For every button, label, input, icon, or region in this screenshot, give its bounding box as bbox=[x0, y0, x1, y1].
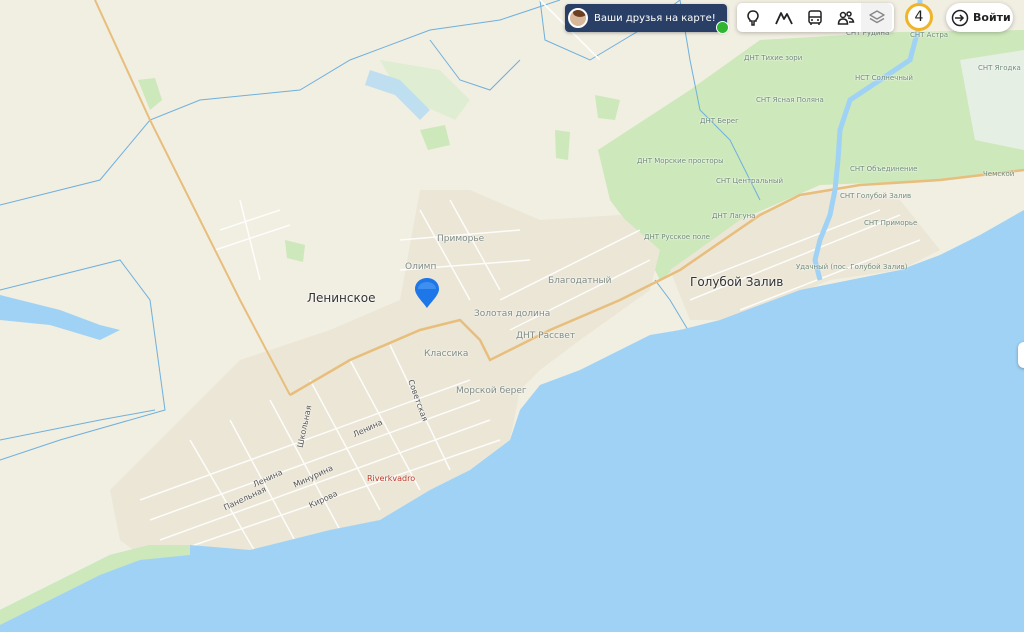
poi-label[interactable]: Riverkvadro bbox=[367, 474, 415, 483]
people-icon bbox=[837, 10, 854, 25]
snt-label: СНТ Астра bbox=[910, 31, 949, 39]
tree-button[interactable] bbox=[737, 3, 768, 32]
snt-label: ДНТ Русское поле bbox=[644, 233, 710, 241]
snt-label: НСТ Солнечный bbox=[855, 74, 913, 82]
snt-label: ДНТ Берег bbox=[700, 117, 739, 125]
snt-label: ДНТ Лагуна bbox=[712, 212, 756, 220]
notification-badge[interactable]: 4 bbox=[905, 3, 933, 31]
bus-button[interactable] bbox=[799, 3, 830, 32]
people-button[interactable] bbox=[830, 3, 861, 32]
snt-label: СНТ Ягодка bbox=[978, 64, 1021, 72]
place-label: Ленинское bbox=[307, 291, 376, 305]
snt-label: СНТ Центральный bbox=[716, 177, 784, 185]
place-label: Классика bbox=[424, 349, 469, 359]
mountains-button[interactable] bbox=[768, 3, 799, 32]
friends-on-map-banner[interactable]: Ваши друзья на карте! bbox=[565, 4, 729, 34]
snt-label: СНТ Ясная Поляна bbox=[756, 96, 824, 104]
mountains-icon bbox=[774, 11, 793, 24]
map-toolbar bbox=[737, 3, 894, 32]
snt-label: СНТ Голубой Залив bbox=[840, 192, 912, 200]
login-icon bbox=[951, 9, 969, 26]
bus-icon bbox=[807, 9, 822, 25]
place-label: Голубой Залив bbox=[690, 275, 784, 289]
side-panel-handle[interactable] bbox=[1018, 342, 1024, 368]
snt-label: Чемской bbox=[983, 170, 1015, 178]
avatar bbox=[568, 8, 588, 28]
location-pin-icon[interactable] bbox=[414, 277, 440, 309]
snt-label: Удачный (пос. Голубой Залив) bbox=[796, 263, 908, 271]
place-label: Приморье bbox=[437, 234, 485, 244]
forest-patch-5 bbox=[555, 130, 570, 160]
place-label: ДНТ Рассвет bbox=[516, 331, 576, 341]
place-label: Морской берег bbox=[456, 386, 527, 396]
promo-text: Ваши друзья на карте! bbox=[594, 12, 716, 24]
login-button[interactable]: Войти bbox=[946, 3, 1013, 32]
layers-icon bbox=[868, 9, 885, 23]
place-label: Олимп bbox=[405, 262, 437, 272]
snt-label: ДНТ Тихие зори bbox=[744, 54, 803, 62]
snt-label: СНТ Приморье bbox=[864, 219, 918, 227]
snt-label: ДНТ Морские просторы bbox=[637, 157, 724, 165]
login-label: Войти bbox=[973, 11, 1011, 24]
layers-button[interactable] bbox=[861, 3, 892, 32]
place-label: Благодатный bbox=[548, 276, 612, 286]
tree-icon bbox=[746, 9, 759, 26]
online-status-dot bbox=[716, 21, 729, 34]
snt-label: СНТ Объединение bbox=[850, 165, 918, 173]
place-label: Золотая долина bbox=[474, 309, 551, 319]
